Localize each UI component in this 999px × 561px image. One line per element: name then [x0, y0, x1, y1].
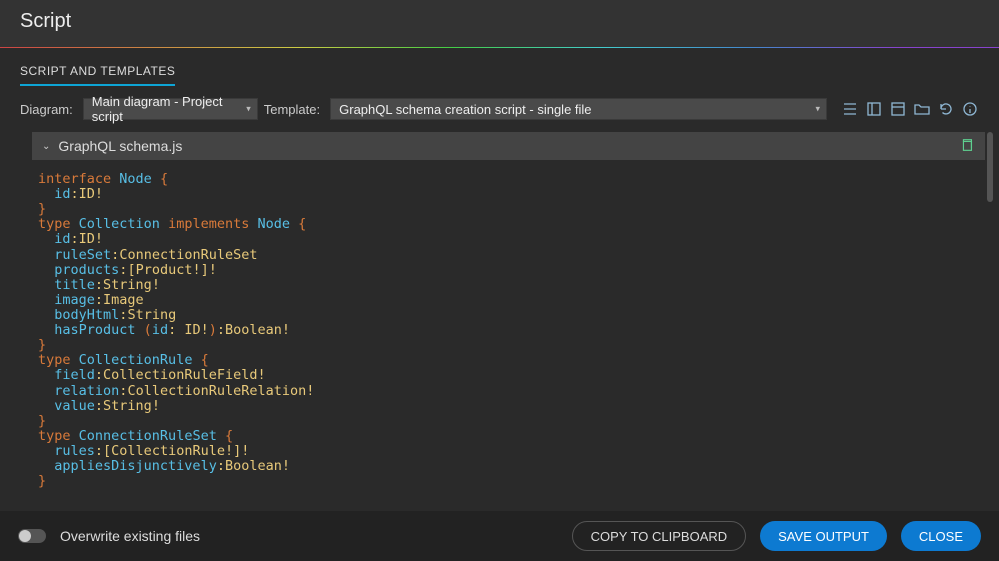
overwrite-label: Overwrite existing files	[60, 528, 558, 544]
tab-script-templates[interactable]: SCRIPT AND TEMPLATES	[20, 64, 175, 86]
scrollbar[interactable]	[987, 132, 993, 202]
layout-icon[interactable]	[889, 100, 907, 118]
diagram-dropdown-value: Main diagram - Project script	[92, 94, 239, 124]
close-button[interactable]: CLOSE	[901, 521, 981, 551]
toggle-knob	[19, 530, 31, 542]
footer: Overwrite existing files COPY TO CLIPBOA…	[0, 511, 999, 561]
save-output-button[interactable]: SAVE OUTPUT	[760, 521, 887, 551]
file-header[interactable]: ⌄ GraphQL schema.js	[32, 132, 985, 160]
copy-clipboard-button[interactable]: COPY TO CLIPBOARD	[572, 521, 747, 551]
diagram-label: Diagram:	[20, 102, 73, 117]
template-dropdown[interactable]: GraphQL schema creation script - single …	[330, 98, 827, 120]
window-title: Script	[0, 0, 999, 47]
template-label: Template:	[264, 102, 320, 117]
folder-icon[interactable]	[913, 100, 931, 118]
subnav: SCRIPT AND TEMPLATES	[0, 48, 999, 86]
code-area: ⌄ GraphQL schema.js interface Node { id:…	[0, 132, 999, 511]
template-dropdown-value: GraphQL schema creation script - single …	[339, 102, 591, 117]
panel-icon[interactable]	[865, 100, 883, 118]
refresh-icon[interactable]	[937, 100, 955, 118]
copy-file-icon[interactable]	[959, 137, 975, 156]
info-icon[interactable]	[961, 100, 979, 118]
overwrite-toggle[interactable]	[18, 529, 46, 543]
toolbar-icons	[841, 100, 979, 118]
chevron-down-icon: ⌄	[42, 141, 50, 152]
controls-bar: Diagram: Main diagram - Project script T…	[0, 86, 999, 132]
file-name: GraphQL schema.js	[58, 138, 951, 154]
code-block[interactable]: interface Node { id:ID! } type Collectio…	[32, 160, 985, 501]
diagram-dropdown[interactable]: Main diagram - Project script	[83, 98, 258, 120]
align-icon[interactable]	[841, 100, 859, 118]
